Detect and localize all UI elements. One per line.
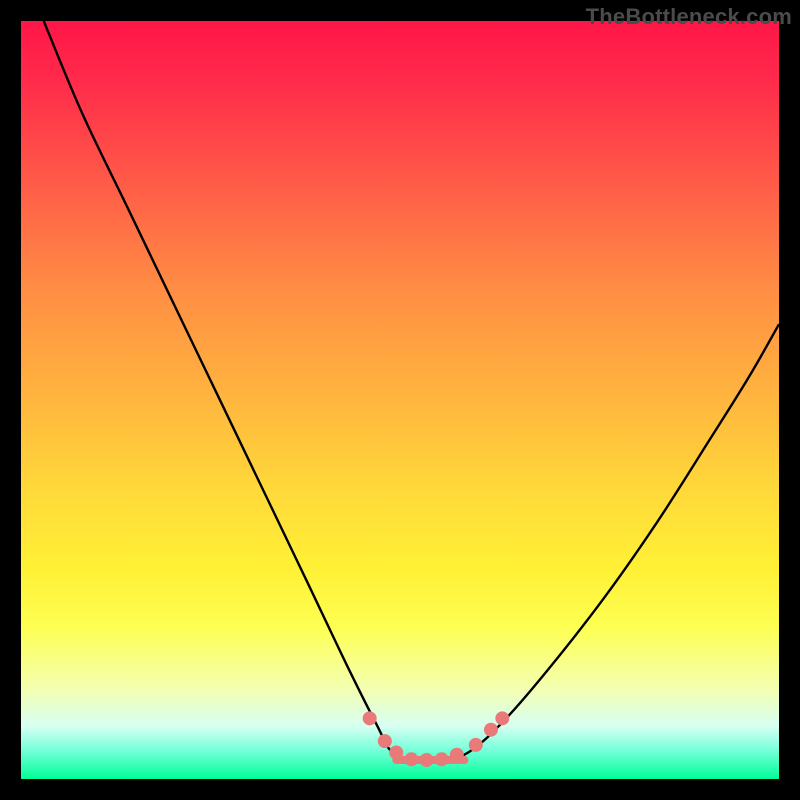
bottom-dots bbox=[363, 711, 510, 767]
marker-dot bbox=[484, 723, 498, 737]
marker-dot bbox=[420, 753, 434, 767]
chart-curve bbox=[44, 21, 779, 761]
marker-dot bbox=[495, 711, 509, 725]
marker-dot bbox=[469, 738, 483, 752]
marker-dot bbox=[378, 734, 392, 748]
marker-dot bbox=[389, 745, 403, 759]
chart-plot-area bbox=[21, 21, 779, 779]
chart-overlay bbox=[21, 21, 779, 779]
marker-dot bbox=[450, 748, 464, 762]
marker-dot bbox=[435, 752, 449, 766]
marker-dot bbox=[363, 711, 377, 725]
marker-dot bbox=[404, 752, 418, 766]
